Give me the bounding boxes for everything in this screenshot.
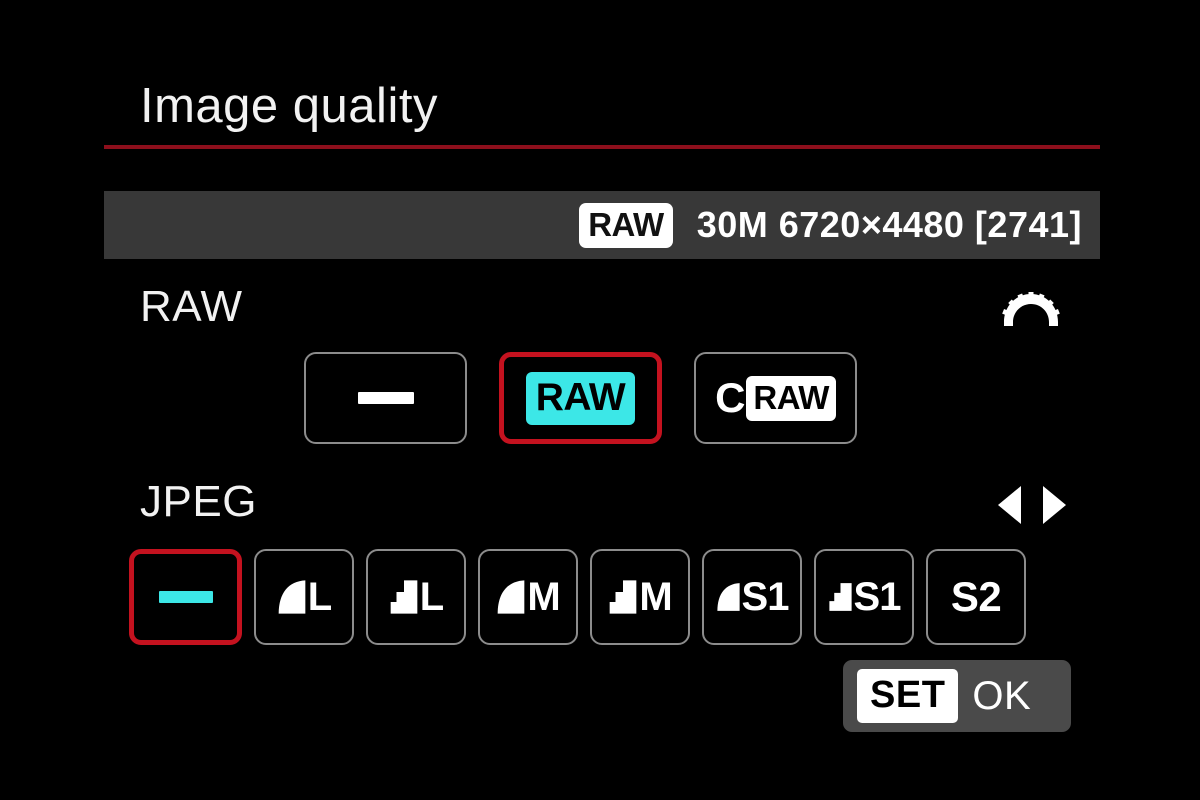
left-right-arrows-icon bbox=[998, 484, 1066, 526]
jpeg-option-fine-l[interactable]: L bbox=[254, 549, 354, 645]
jpeg-option-fine-m[interactable]: M bbox=[478, 549, 578, 645]
jpeg-size-label: S2 bbox=[950, 573, 1002, 620]
jpeg-section-label: JPEG bbox=[140, 477, 257, 526]
page-title: Image quality bbox=[140, 79, 438, 133]
jpeg-size-label: L bbox=[307, 575, 332, 619]
set-label: SET bbox=[857, 669, 959, 723]
raw-option-none[interactable] bbox=[304, 352, 467, 444]
raw-option-row[interactable]: RAW C RAW bbox=[304, 352, 857, 444]
quality-glyph-fine: S1 bbox=[716, 577, 789, 617]
jpeg-size-label: S1 bbox=[741, 575, 790, 619]
title-underline bbox=[104, 145, 1100, 149]
jpeg-size-label: S1 bbox=[853, 575, 902, 619]
jpeg-option-normal-s1[interactable]: S1 bbox=[814, 549, 914, 645]
raw-option-raw[interactable]: RAW bbox=[499, 352, 662, 444]
set-ok-button[interactable]: SET OK bbox=[843, 660, 1071, 732]
quality-glyph-fine: M bbox=[496, 575, 561, 619]
dash-icon bbox=[357, 392, 414, 404]
image-info-bar: RAW 30M 6720×4480 [2741] bbox=[104, 191, 1100, 259]
jpeg-size-label: M bbox=[527, 575, 560, 619]
format-badge: RAW bbox=[579, 202, 673, 248]
jpeg-option-s2[interactable]: S2 bbox=[926, 549, 1026, 645]
jpeg-option-normal-m[interactable]: M bbox=[590, 549, 690, 645]
jpeg-option-fine-s1[interactable]: S1 bbox=[702, 549, 802, 645]
quality-glyph-normal: M bbox=[608, 575, 673, 619]
ok-label: OK bbox=[972, 673, 1032, 718]
raw-section-label: RAW bbox=[140, 282, 243, 331]
jpeg-size-label: M bbox=[639, 575, 672, 619]
dash-icon bbox=[158, 591, 213, 603]
jpeg-option-row[interactable]: L L M M S1 S1 S2 bbox=[129, 549, 1026, 645]
craw-badge: RAW bbox=[746, 375, 836, 421]
craw-prefix: C bbox=[715, 374, 746, 421]
jpeg-option-none[interactable] bbox=[129, 549, 242, 645]
jpeg-size-label: L bbox=[419, 575, 444, 619]
raw-option-craw[interactable]: C RAW bbox=[694, 352, 857, 444]
quality-glyph-fine: L bbox=[277, 575, 332, 619]
camera-menu-screen: Image quality RAW 30M 6720×4480 [2741] R… bbox=[0, 0, 1200, 800]
main-dial-icon bbox=[1000, 292, 1062, 328]
quality-glyph-normal: S1 bbox=[828, 577, 901, 617]
arrow-right-icon bbox=[1043, 486, 1066, 524]
arrow-left-icon bbox=[998, 486, 1021, 524]
raw-badge: RAW bbox=[525, 371, 636, 425]
craw-glyph: C RAW bbox=[715, 374, 836, 421]
jpeg-option-normal-l[interactable]: L bbox=[366, 549, 466, 645]
quality-glyph-normal: L bbox=[389, 575, 444, 619]
image-size-info: 30M 6720×4480 [2741] bbox=[696, 204, 1082, 245]
